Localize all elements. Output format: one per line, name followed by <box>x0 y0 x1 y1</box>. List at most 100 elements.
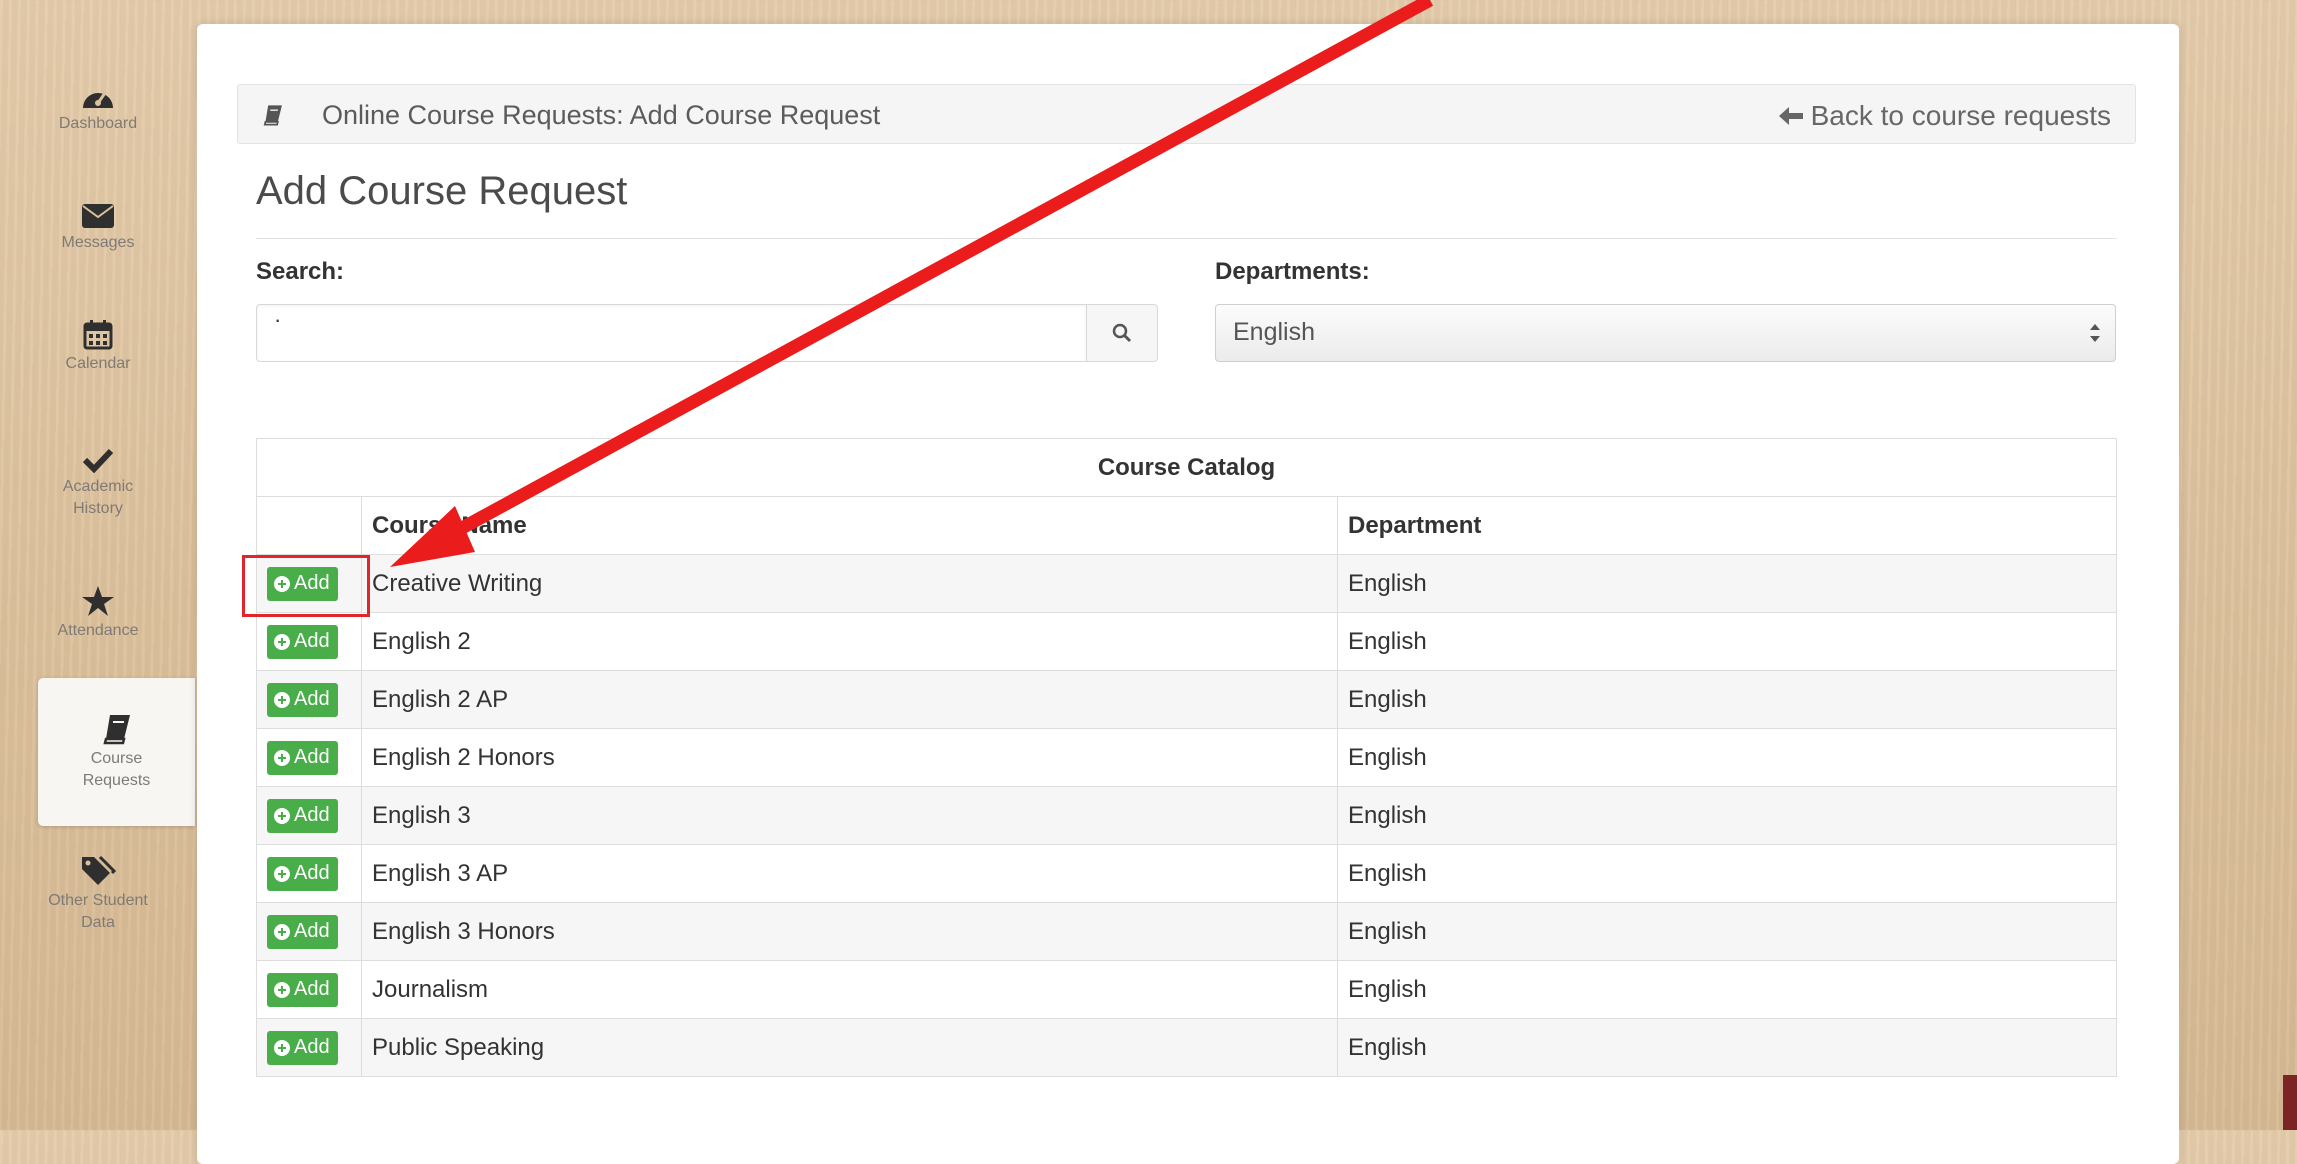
course-name-cell: English 3 AP <box>361 844 1338 903</box>
back-link-label: Back to course requests <box>1810 100 2111 131</box>
course-name-cell: English 2 <box>361 612 1338 671</box>
table-header-row: Course Name Department <box>256 496 2117 555</box>
search-icon <box>1112 323 1132 343</box>
table-row: Add English 2 English <box>256 612 2117 671</box>
envelope-icon <box>82 204 114 228</box>
select-arrows-icon <box>2090 324 2100 342</box>
add-course-button[interactable]: Add <box>267 1030 338 1065</box>
sidebar-item-label: Attendance <box>57 622 139 639</box>
department-cell: English <box>1337 1018 2117 1077</box>
add-course-button[interactable]: Add <box>267 740 338 775</box>
course-catalog-table: Course Catalog Course Name Department Ad… <box>256 438 2117 1077</box>
add-button-label: Add <box>294 630 330 652</box>
table-row: Add English 3 English <box>256 786 2117 845</box>
departments-selected-value: English <box>1233 318 1315 346</box>
department-cell: English <box>1337 670 2117 729</box>
add-course-button[interactable]: Add <box>267 798 338 833</box>
book-icon <box>263 105 282 126</box>
column-header-department: Department <box>1337 496 2117 555</box>
add-cell: Add <box>256 728 362 787</box>
checkmark-icon <box>82 448 114 473</box>
department-cell: English <box>1337 728 2117 787</box>
sidebar-item-label: Messages <box>61 234 135 251</box>
sidebar-item-calendar[interactable]: Calendar <box>0 320 196 375</box>
table-row: Add Public Speaking English <box>256 1018 2117 1077</box>
add-cell: Add <box>256 670 362 729</box>
table-row: Add English 3 AP English <box>256 844 2117 903</box>
main-panel: Online Course Requests: Add Course Reque… <box>197 24 2179 1164</box>
plus-circle-icon <box>274 749 290 766</box>
star-icon <box>82 586 114 616</box>
add-course-button[interactable]: Add <box>267 914 338 949</box>
add-course-button[interactable]: Add <box>267 856 338 891</box>
plus-circle-icon <box>274 1039 290 1056</box>
add-cell: Add <box>256 554 362 613</box>
departments-select[interactable]: English <box>1215 304 2116 362</box>
course-name-cell: English 3 Honors <box>361 902 1338 961</box>
sidebar-item-label: Calendar <box>65 355 131 372</box>
breadcrumb-title: Online Course Requests: Add Course Reque… <box>322 100 881 130</box>
plus-circle-icon <box>274 691 290 708</box>
course-name-cell: Public Speaking <box>361 1018 1338 1077</box>
column-header-course-name: Course Name <box>361 496 1338 555</box>
add-cell: Add <box>256 1018 362 1077</box>
add-course-button[interactable]: Add <box>267 972 338 1007</box>
departments-label: Departments: <box>1215 258 1370 285</box>
sidebar-item-academic-history[interactable]: Academic History <box>0 447 196 520</box>
department-cell: English <box>1337 960 2117 1019</box>
input-cursor-mark: · <box>274 307 282 332</box>
page-title: Add Course Request <box>256 169 628 213</box>
table-row: Add English 2 Honors English <box>256 728 2117 787</box>
sidebar-item-other-student-data[interactable]: Other Student Data <box>0 855 196 934</box>
add-cell: Add <box>256 902 362 961</box>
add-course-button[interactable]: Add <box>267 624 338 659</box>
plus-circle-icon <box>274 807 290 824</box>
plus-circle-icon <box>274 575 290 592</box>
tags-icon <box>82 855 116 885</box>
plus-circle-icon <box>274 865 290 882</box>
add-cell: Add <box>256 960 362 1019</box>
course-name-cell: English 3 <box>361 786 1338 845</box>
search-input[interactable]: · <box>256 304 1087 362</box>
department-cell: English <box>1337 786 2117 845</box>
title-divider <box>256 238 2117 239</box>
add-button-label: Add <box>294 688 330 710</box>
department-cell: English <box>1337 844 2117 903</box>
add-button-label: Add <box>294 978 330 1000</box>
sidebar: Dashboard Messages Calendar Academic His… <box>0 0 200 1130</box>
sidebar-item-messages[interactable]: Messages <box>0 203 196 254</box>
course-name-cell: English 2 Honors <box>361 728 1338 787</box>
add-button-label: Add <box>294 804 330 826</box>
plus-circle-icon <box>274 923 290 940</box>
sidebar-item-label: Academic History <box>62 478 134 517</box>
add-course-button[interactable]: Add <box>267 682 338 717</box>
add-cell: Add <box>256 612 362 671</box>
add-button-label: Add <box>294 1036 330 1058</box>
department-cell: English <box>1337 554 2117 613</box>
calendar-icon <box>83 320 113 350</box>
corner-accent <box>2283 1075 2297 1130</box>
sidebar-item-label: Other Student Data <box>48 892 148 931</box>
table-row: Add English 3 Honors English <box>256 902 2117 961</box>
table-row: Add English 2 AP English <box>256 670 2117 729</box>
course-name-cell: Creative Writing <box>361 554 1338 613</box>
table-row: Add Creative Writing English <box>256 554 2117 613</box>
dashboard-icon <box>83 92 113 108</box>
table-caption: Course Catalog <box>256 438 2117 497</box>
course-name-cell: Journalism <box>361 960 1338 1019</box>
sidebar-item-course-requests[interactable]: Course Requests <box>38 678 195 826</box>
sidebar-item-dashboard[interactable]: Dashboard <box>0 84 196 135</box>
column-header-actions <box>256 496 362 555</box>
sidebar-item-attendance[interactable]: Attendance <box>0 585 196 642</box>
add-course-button[interactable]: Add <box>267 566 338 601</box>
back-to-course-requests-link[interactable]: Back to course requests <box>1778 100 2111 132</box>
sidebar-item-label: Dashboard <box>58 115 138 132</box>
add-button-label: Add <box>294 746 330 768</box>
table-row: Add Journalism English <box>256 960 2117 1019</box>
sidebar-item-label: Course Requests <box>82 749 151 789</box>
department-cell: English <box>1337 902 2117 961</box>
add-button-label: Add <box>294 920 330 942</box>
add-cell: Add <box>256 844 362 903</box>
plus-circle-icon <box>274 981 290 998</box>
search-button[interactable] <box>1087 304 1158 362</box>
